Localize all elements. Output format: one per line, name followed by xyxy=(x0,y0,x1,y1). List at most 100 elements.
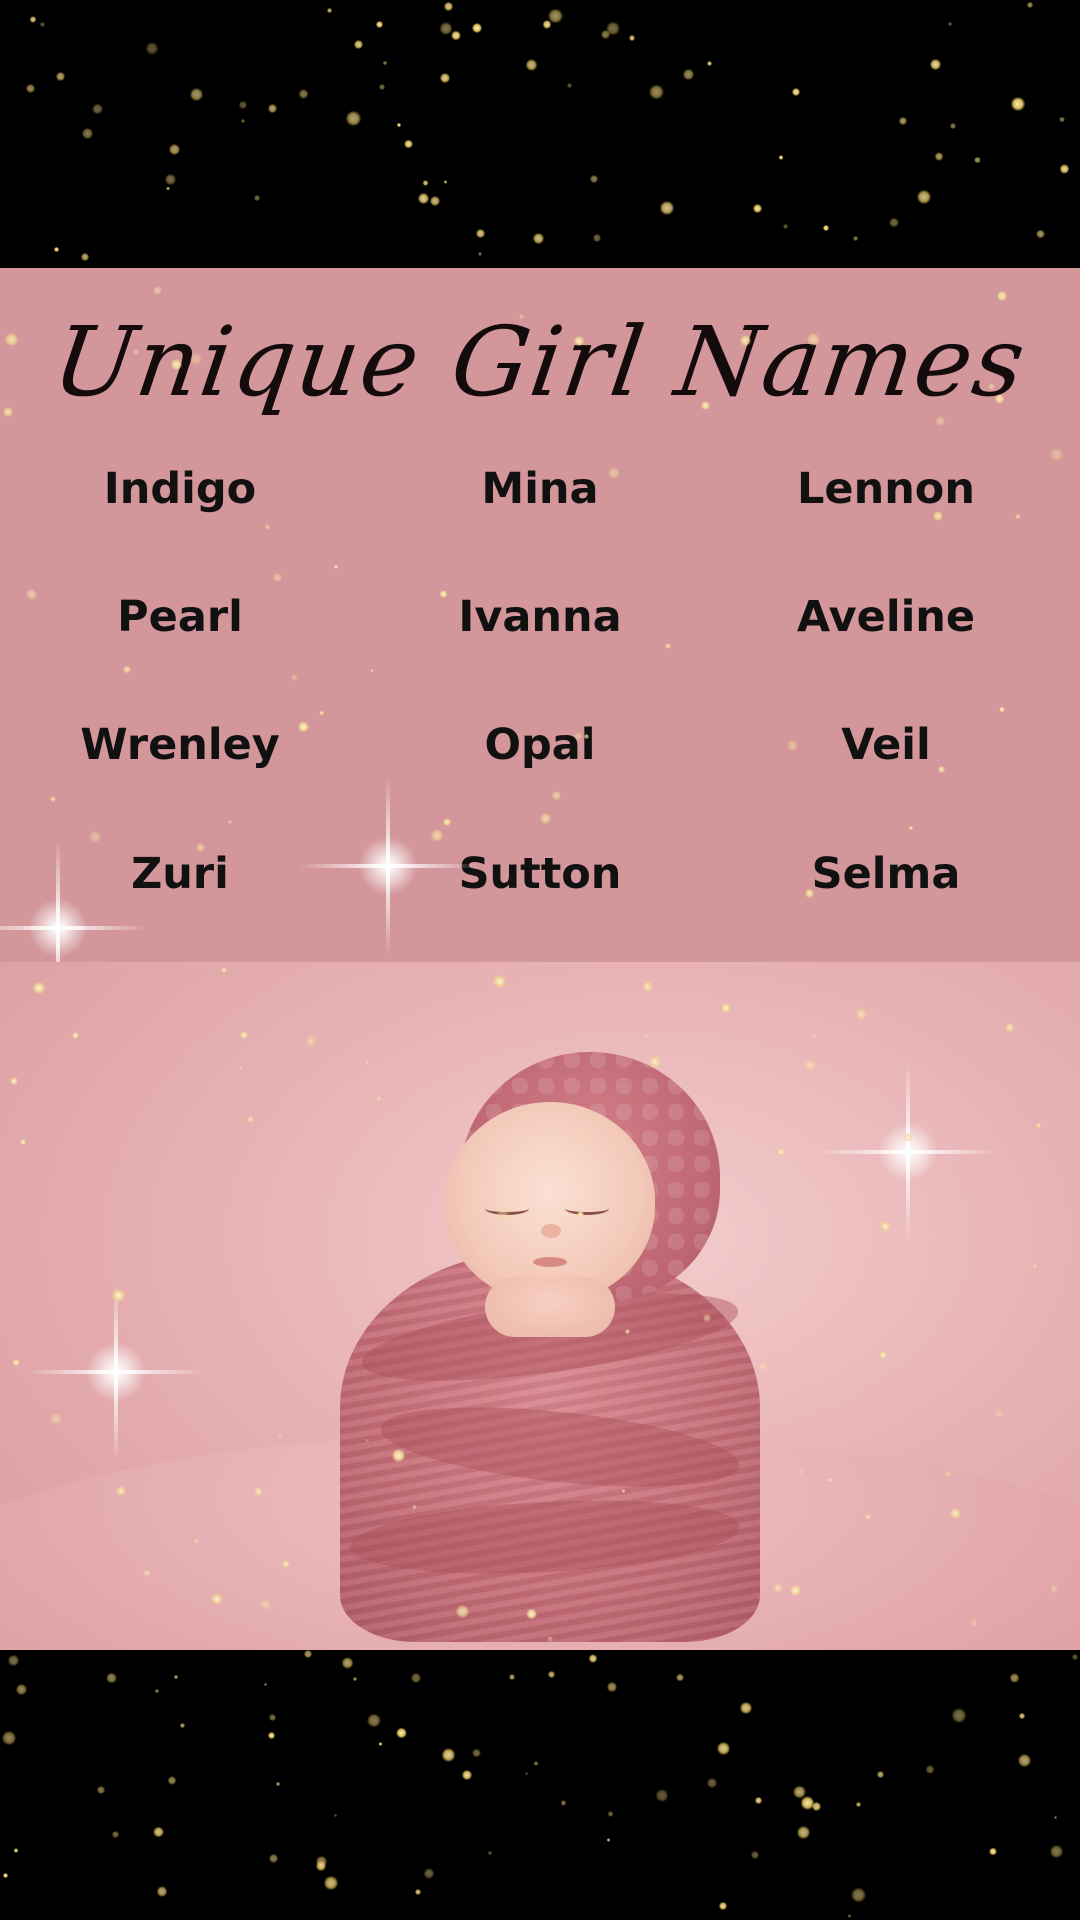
glitter-dot xyxy=(444,2,453,11)
glitter-dot xyxy=(264,1682,268,1686)
glitter-dot xyxy=(272,572,282,582)
glitter-dot xyxy=(493,975,506,989)
glitter-dot xyxy=(560,1800,567,1807)
glitter-dot xyxy=(156,1886,168,1897)
glitter-dot xyxy=(526,1608,537,1619)
glitter-dot xyxy=(607,1811,614,1818)
glitter-dot xyxy=(49,795,56,802)
glitter-dot xyxy=(534,1761,539,1766)
glitter-dot xyxy=(1005,1022,1015,1033)
glitter-dot xyxy=(382,60,387,65)
glitter-dot xyxy=(190,87,204,101)
name-item: Veil xyxy=(841,720,931,770)
glitter-dot xyxy=(391,1449,405,1462)
glitter-dot xyxy=(269,1854,278,1863)
glitter-dot xyxy=(404,140,413,149)
glitter-dot xyxy=(276,1782,281,1786)
glitter-dot xyxy=(547,1670,555,1678)
glitter-dot xyxy=(812,1802,822,1812)
glitter-dot xyxy=(12,1358,20,1366)
glitter-dot xyxy=(621,1489,625,1493)
glitter-dot xyxy=(925,1765,935,1774)
glitter-dot xyxy=(341,1657,354,1670)
glitter-dot xyxy=(588,1654,598,1663)
glitter-dot xyxy=(441,1748,456,1762)
glitter-dot xyxy=(430,829,444,842)
glitter-dot xyxy=(949,123,956,130)
name-item: Opal xyxy=(484,720,596,770)
glitter-dot xyxy=(264,524,271,530)
name-item: Zuri xyxy=(131,849,229,899)
glitter-dot xyxy=(643,1034,648,1039)
glitter-dot xyxy=(396,1727,407,1739)
glitter-dot xyxy=(196,843,205,853)
baby-nose xyxy=(541,1224,561,1238)
glitter-dot xyxy=(193,1537,200,1544)
glitter-dot xyxy=(525,58,538,71)
glitter-dot xyxy=(298,89,309,99)
glitter-dot xyxy=(472,1748,481,1758)
glitter-dot xyxy=(277,1434,283,1439)
closed-eye xyxy=(565,1202,609,1215)
glitter-dot xyxy=(304,1034,318,1048)
glitter-dot xyxy=(471,23,482,34)
names-panel: Unique Girl Names Indigo Mina Lennon Pea… xyxy=(0,268,1080,962)
glitter-dot xyxy=(1059,117,1065,123)
glitter-dot xyxy=(706,61,712,67)
glitter-dot xyxy=(805,889,815,898)
glitter-dot xyxy=(751,1850,760,1859)
glitter-dot xyxy=(889,218,899,228)
glitter-dot xyxy=(319,710,324,715)
glitter-dot xyxy=(246,1115,255,1124)
glitter-dot xyxy=(995,1410,1004,1418)
glitter-dot xyxy=(220,966,227,973)
glitter-dot xyxy=(240,118,246,124)
glitter-dot xyxy=(804,1058,817,1071)
glitter-dot xyxy=(1050,1584,1058,1593)
glitter-dot xyxy=(13,1848,19,1853)
glitter-dot xyxy=(423,1868,435,1879)
glitter-dot xyxy=(850,1887,866,1903)
glitter-dot xyxy=(948,21,953,26)
glitter-dot xyxy=(167,1776,177,1785)
glitter-dot xyxy=(475,228,485,238)
glitter-dot xyxy=(716,1741,731,1756)
glitter-dot xyxy=(477,251,483,257)
baby-hands xyxy=(485,1277,615,1337)
glitter-dot xyxy=(173,1675,178,1680)
name-item: Ivanna xyxy=(458,592,622,642)
glitter-dot xyxy=(1071,1653,1079,1661)
glitter-dot xyxy=(228,819,233,824)
page-title: Unique Girl Names xyxy=(46,306,1034,418)
glitter-dot xyxy=(1035,1122,1041,1128)
glitter-dot xyxy=(642,980,654,993)
glitter-dot xyxy=(989,1847,997,1856)
glitter-dot xyxy=(1017,1753,1031,1767)
glitter-dot xyxy=(917,189,932,204)
glitter-dot xyxy=(97,1786,105,1794)
glitter-dot xyxy=(778,154,784,160)
glitter-dot xyxy=(773,1583,783,1593)
glitter-dot xyxy=(111,1289,125,1302)
glitter-dot xyxy=(80,252,90,261)
glitter-dot xyxy=(996,291,1007,302)
glitter-dot xyxy=(865,1514,871,1521)
glitter-dot xyxy=(496,1208,509,1221)
glitter-dot xyxy=(50,1413,63,1426)
glitter-dot xyxy=(898,117,907,126)
glitter-dot xyxy=(539,812,552,825)
glitter-dot xyxy=(123,665,131,673)
glitter-dot xyxy=(938,766,946,774)
glitter-dot xyxy=(969,1618,978,1627)
glitter-dot xyxy=(166,187,170,191)
glitter-dot xyxy=(552,791,561,800)
glitter-dot xyxy=(164,174,176,185)
glitter-dot xyxy=(154,1689,159,1694)
glitter-dot xyxy=(797,1826,811,1840)
glitter-dot xyxy=(855,1801,861,1807)
glitter-band-top xyxy=(0,0,1080,268)
glitter-dot xyxy=(132,348,139,355)
glitter-dot xyxy=(533,232,545,244)
glitter-dot xyxy=(253,1486,264,1497)
glitter-dot xyxy=(909,825,914,830)
